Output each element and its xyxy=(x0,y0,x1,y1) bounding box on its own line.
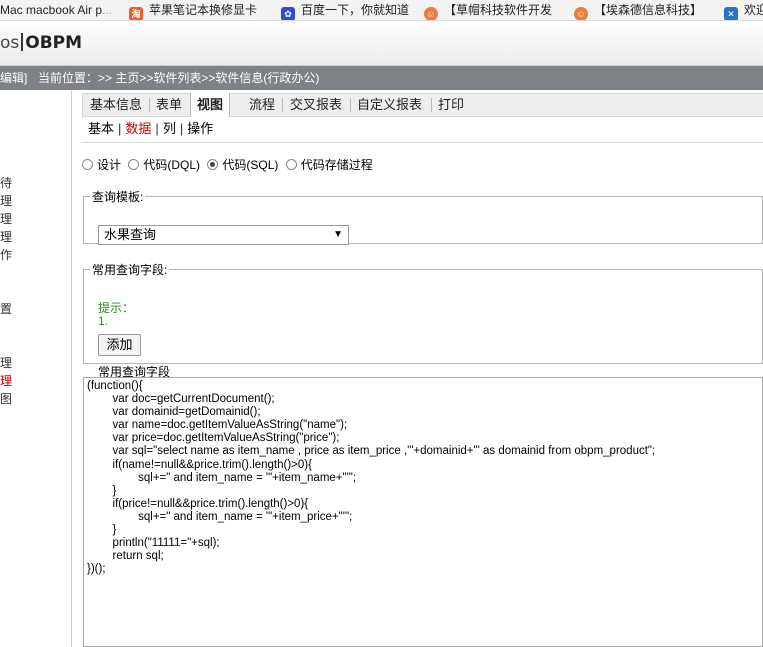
tab-custom-report[interactable]: 自定义报表 xyxy=(351,94,428,116)
tab-bar: 基本信息 表单 视图 流程 交叉报表 自定义报表 打印 xyxy=(82,93,763,117)
sub-tabs: 基本 | 数据 | 列 | 操作 xyxy=(88,121,213,137)
bookmark-baidu[interactable]: ✿ 百度一下，你就知道 xyxy=(281,0,415,20)
subtab-separator: | xyxy=(118,121,122,136)
bookmark-welcome[interactable]: ✕ 欢迎 xyxy=(724,0,763,20)
subtab-operations[interactable]: 操作 xyxy=(187,121,213,136)
tab-basic-info[interactable]: 基本信息 xyxy=(84,94,148,116)
bookmark-label: 【草帽科技软件开发 xyxy=(444,3,553,17)
radio-design[interactable] xyxy=(82,159,93,170)
tab-separator xyxy=(282,98,283,112)
bookmark-label: 欢迎 xyxy=(744,3,763,17)
bookmark-caomao[interactable]: ☺ 【草帽科技软件开发 xyxy=(424,0,564,20)
left-nav-item[interactable]: 置 xyxy=(0,302,12,316)
location-bar: 编辑] 当前位置：>> 主页>>软件列表>>软件信息(行政办公) xyxy=(0,66,763,90)
bookmark-label: 苹果笔记本换修显卡 xyxy=(149,3,258,17)
left-nav-item[interactable]: 图 xyxy=(0,392,12,406)
common-fields-group: 常用查询字段: 提示： 1. 添加 常用查询字段 xyxy=(83,261,763,379)
bookmark-mac-macbook[interactable]: Mac macbook Air p... xyxy=(0,0,118,20)
common-fields-legend: 常用查询字段: xyxy=(92,263,168,277)
subtab-columns[interactable]: 列 xyxy=(163,121,176,136)
subtab-data[interactable]: 数据 xyxy=(125,121,151,136)
blue-x-icon: ✕ xyxy=(724,7,738,20)
bookmarks-bar: Mac macbook Air p... 淘苹果笔记本换修显卡 ✿ 百度一下，你就… xyxy=(0,0,763,21)
logo-prefix: os xyxy=(0,33,20,53)
left-nav-item[interactable]: 作 xyxy=(0,248,12,262)
bookmark-label: 百度一下，你就知道 xyxy=(301,3,410,17)
add-button[interactable]: 添加 xyxy=(98,334,141,356)
radio-dql[interactable] xyxy=(128,159,140,170)
code-type-radios: 设计 代码(DQL) 代码(SQL) 代码存储过程 xyxy=(82,157,377,173)
bookmark-aisende[interactable]: ☺ 【埃森德信息科技】 xyxy=(574,0,714,20)
radio-stored-procedure[interactable] xyxy=(285,159,297,170)
edit-link[interactable]: 编辑] xyxy=(0,66,27,90)
radio-sql[interactable] xyxy=(207,159,219,170)
subtab-separator: | xyxy=(179,121,184,136)
hint-text: 提示： 1. xyxy=(98,302,134,328)
sql-code-editor[interactable]: (function(){ var doc=getCurrentDocument(… xyxy=(83,377,763,647)
baidu-paw-icon: ✿ xyxy=(281,7,295,20)
logo-divider xyxy=(21,33,24,51)
dropdown-arrow-icon: ▼ xyxy=(333,229,343,240)
tab-form[interactable]: 表单 xyxy=(150,94,188,116)
hint-item: 1. xyxy=(98,314,109,328)
radio-label: 设计 xyxy=(97,158,122,172)
tab-cross-report[interactable]: 交叉报表 xyxy=(284,94,348,116)
app-header: os OBPM xyxy=(0,21,763,66)
left-nav-item[interactable]: 待 xyxy=(0,176,12,190)
breadcrumb: 当前位置：>> 主页>>软件列表>>软件信息(行政办公) xyxy=(38,71,320,85)
divider xyxy=(82,142,763,143)
tab-flow[interactable]: 流程 xyxy=(243,94,281,116)
orange-face-icon: ☺ xyxy=(424,7,438,20)
query-template-select[interactable]: 水果查询 ▼ xyxy=(98,225,349,245)
tab-view[interactable]: 视图 xyxy=(190,93,231,117)
left-nav-item[interactable]: 理 xyxy=(0,212,12,226)
left-nav-item[interactable]: 理 xyxy=(0,356,12,370)
left-nav-item[interactable]: 理 xyxy=(0,230,12,244)
orange-face-icon: ☺ xyxy=(574,7,588,20)
left-nav-item[interactable]: 理 xyxy=(0,194,12,208)
bookmark-label: Mac macbook Air p xyxy=(0,3,103,17)
tab-print[interactable]: 打印 xyxy=(432,94,470,116)
query-template-legend: 查询模板: xyxy=(92,190,144,204)
main-panel: 基本信息 表单 视图 流程 交叉报表 自定义报表 打印 基本 | 数据 | 列 | 操作 设… xyxy=(72,90,763,647)
left-nav: 待 理 理 理 作 置 理 理 图 xyxy=(0,90,72,647)
select-value: 水果查询 xyxy=(104,227,157,242)
query-template-group: 查询模板: 水果查询 ▼ xyxy=(83,188,763,245)
repair-icon: 淘 xyxy=(129,7,143,20)
subtab-separator: | xyxy=(155,121,159,136)
left-nav-item-active[interactable]: 理 xyxy=(0,374,12,388)
bookmark-repair[interactable]: 淘苹果笔记本换修显卡 xyxy=(129,0,271,20)
subtab-basic[interactable]: 基本 xyxy=(88,121,114,136)
app-logo: os OBPM xyxy=(0,33,82,53)
radio-label: 代码(DQL) xyxy=(143,158,201,172)
fade-glyph: ... xyxy=(102,3,113,17)
radio-label: 代码(SQL) xyxy=(222,158,279,172)
bookmark-label: 【埃森德信息科技】 xyxy=(594,3,703,17)
radio-label: 代码存储过程 xyxy=(300,158,373,172)
logo-name: OBPM xyxy=(25,33,83,53)
